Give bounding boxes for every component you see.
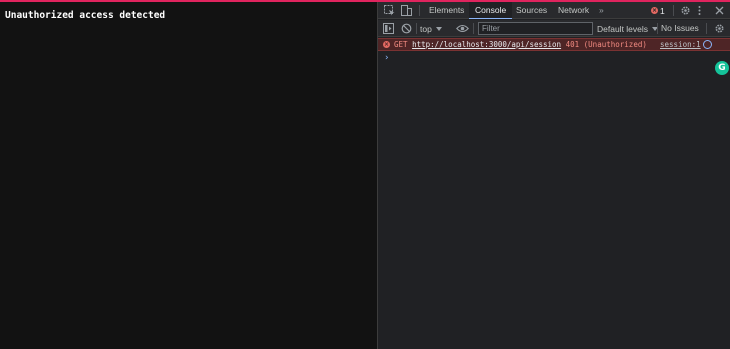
- console-toolbar: top Default levels No Issues: [378, 20, 730, 37]
- log-status: 401 (Unauthorized): [565, 40, 647, 49]
- tab-elements[interactable]: Elements: [423, 2, 470, 19]
- error-icon: ×: [383, 41, 390, 48]
- unauthorized-message: Unauthorized access detected: [5, 10, 166, 21]
- error-icon: ×: [651, 7, 658, 14]
- settings-gear-icon[interactable]: [680, 5, 691, 16]
- tabbar-divider: [419, 5, 420, 16]
- tab-sources[interactable]: Sources: [510, 2, 553, 19]
- devtools-tabbar: Elements Console Sources Network » × 1: [378, 2, 730, 19]
- log-levels-dropdown[interactable]: Default levels: [597, 21, 659, 36]
- inspect-element-icon[interactable]: [384, 5, 395, 16]
- context-label: top: [420, 23, 432, 34]
- chevron-down-icon: [435, 26, 442, 31]
- console-prompt[interactable]: ›: [384, 53, 389, 63]
- tabbar-divider: [673, 5, 674, 16]
- page-viewport: Unauthorized access detected: [0, 2, 377, 349]
- log-levels-label: Default levels: [597, 23, 649, 34]
- live-expression-eye-icon[interactable]: [456, 23, 469, 34]
- clear-console-icon[interactable]: [401, 23, 412, 34]
- devtools-panel: Elements Console Sources Network » × 1 t…: [377, 2, 730, 349]
- toolbar-divider: [473, 23, 474, 34]
- filter-input[interactable]: [478, 22, 593, 35]
- source-link[interactable]: session:1: [660, 39, 701, 50]
- context-selector[interactable]: top: [420, 21, 442, 36]
- log-text: GET http://localhost:3000/api/session 40…: [394, 39, 647, 50]
- console-error-message[interactable]: × GET http://localhost:3000/api/session …: [378, 38, 730, 51]
- close-icon[interactable]: [714, 5, 725, 16]
- log-method: GET: [394, 40, 408, 49]
- tab-network[interactable]: Network: [552, 2, 595, 19]
- more-options-icon[interactable]: [697, 5, 702, 16]
- issues-counter[interactable]: No Issues: [661, 21, 699, 36]
- device-toolbar-icon[interactable]: [401, 5, 412, 16]
- network-request-icon[interactable]: [703, 40, 712, 49]
- console-settings-gear-icon[interactable]: [714, 23, 725, 34]
- sidebar-toggle-icon[interactable]: [383, 23, 394, 34]
- grammarly-icon[interactable]: G: [715, 61, 729, 75]
- more-tabs-button[interactable]: »: [593, 2, 610, 19]
- error-count-badge[interactable]: × 1: [651, 5, 665, 16]
- toolbar-divider: [706, 23, 707, 34]
- request-url-link[interactable]: http://localhost:3000/api/session: [412, 40, 561, 49]
- error-count: 1: [660, 5, 665, 16]
- toolbar-divider: [657, 23, 658, 34]
- toolbar-divider: [416, 23, 417, 34]
- tab-console[interactable]: Console: [469, 2, 513, 19]
